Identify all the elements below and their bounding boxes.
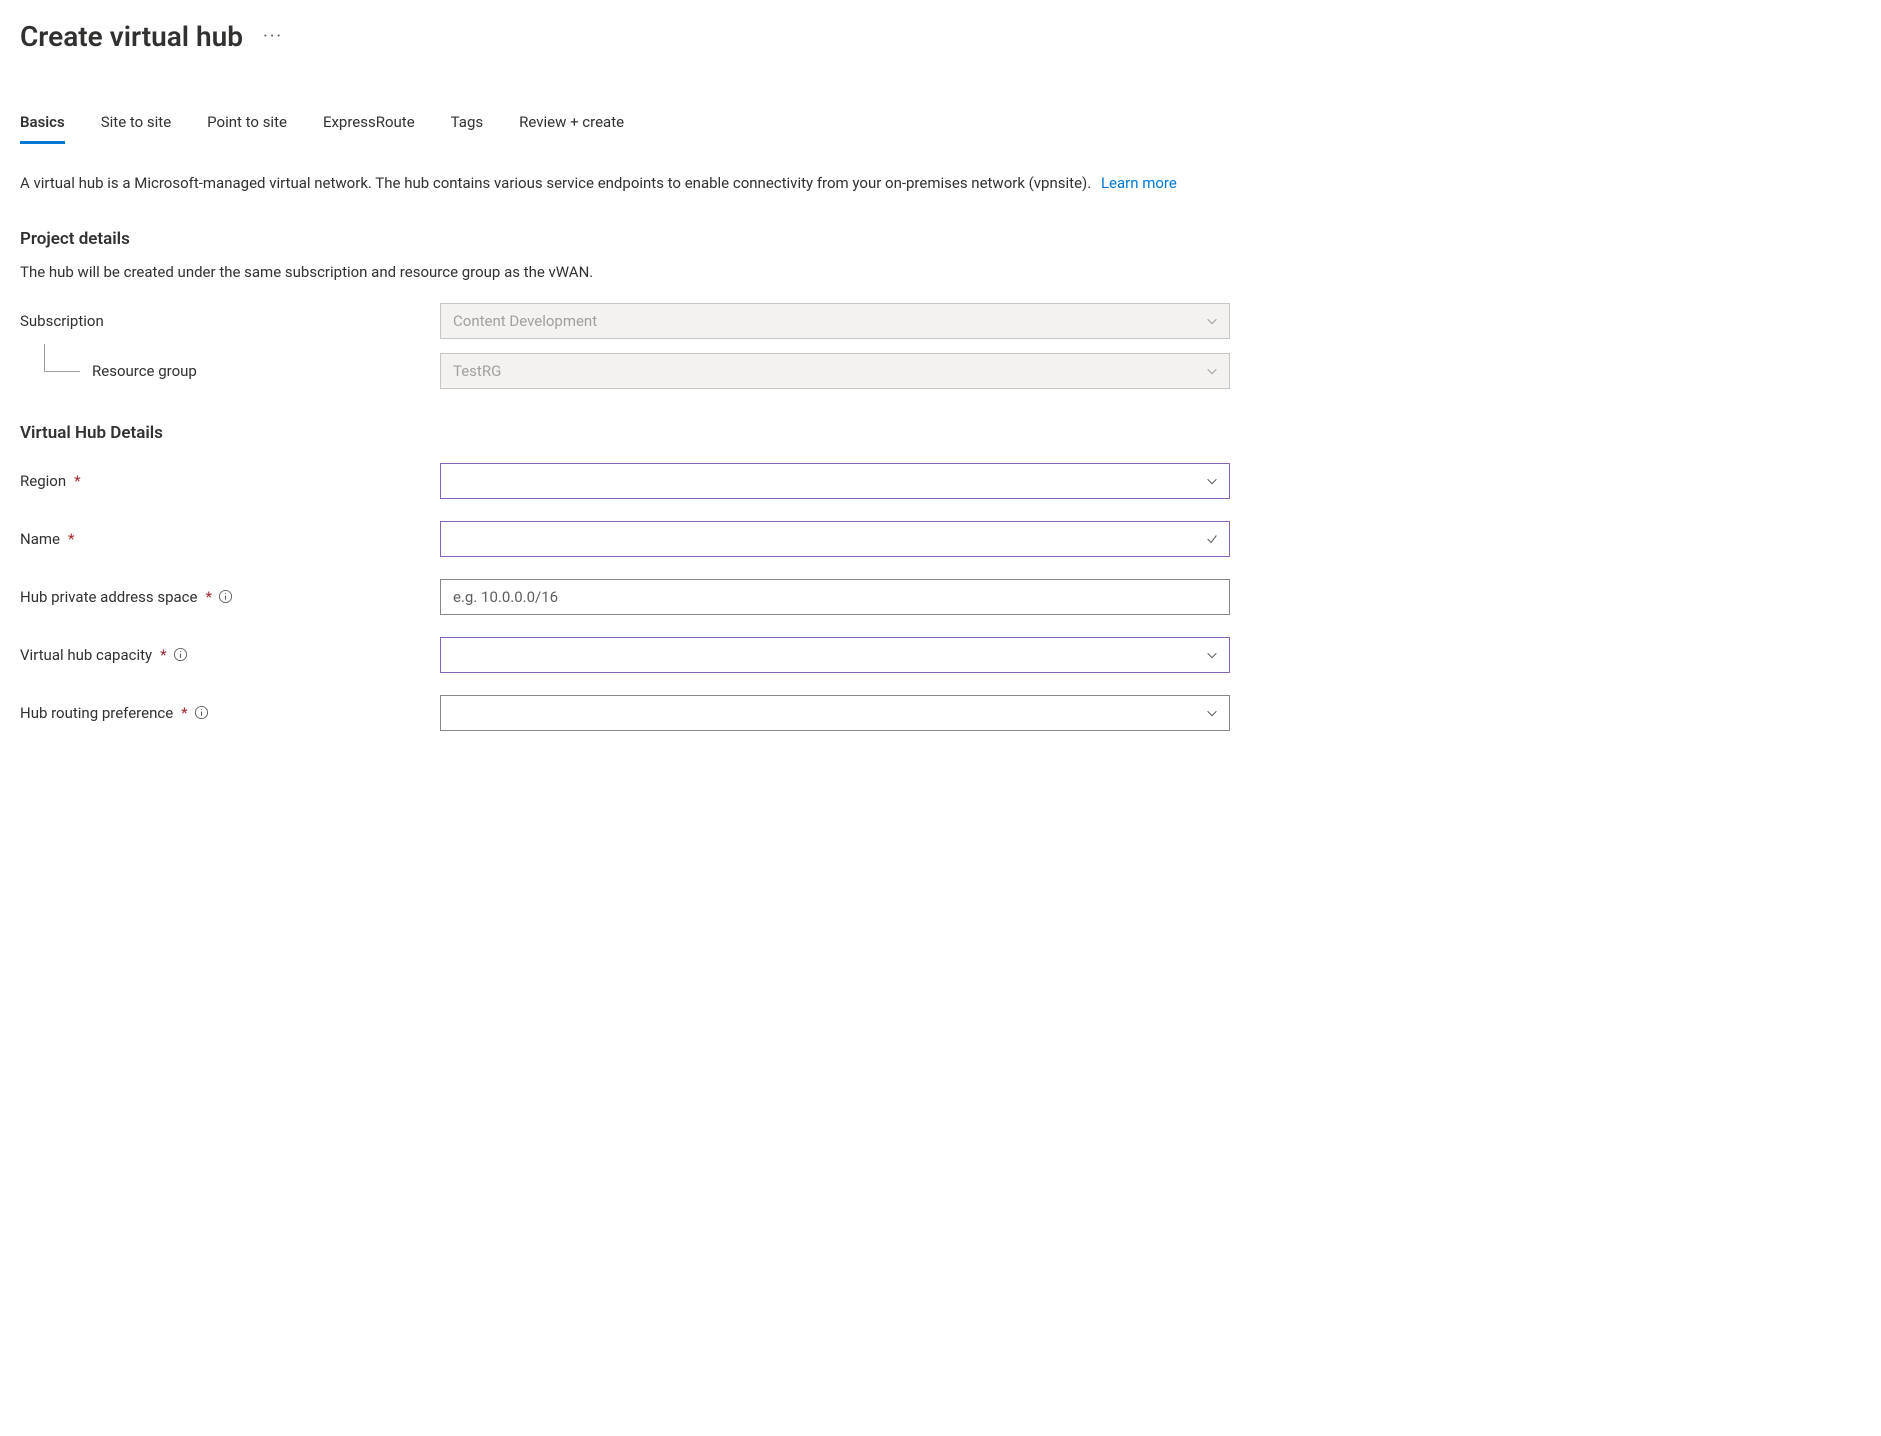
chevron-down-icon <box>1205 364 1219 378</box>
subscription-select: Content Development <box>440 303 1230 339</box>
subscription-value: Content Development <box>453 312 597 330</box>
project-details-subtitle: The hub will be created under the same s… <box>20 263 1861 281</box>
resource-group-value: TestRG <box>453 362 501 380</box>
tab-expressroute[interactable]: ExpressRoute <box>323 113 415 144</box>
learn-more-link[interactable]: Learn more <box>1101 174 1177 192</box>
name-label: Name <box>20 530 60 548</box>
required-indicator: * <box>181 704 187 722</box>
info-icon[interactable] <box>218 589 234 605</box>
info-icon[interactable] <box>194 705 210 721</box>
address-space-input-wrap[interactable] <box>440 579 1230 615</box>
routing-pref-select[interactable] <box>440 695 1230 731</box>
tree-connector <box>44 344 80 372</box>
region-label: Region <box>20 472 66 490</box>
required-indicator: * <box>68 530 74 548</box>
tab-point-to-site[interactable]: Point to site <box>207 113 287 144</box>
subscription-label: Subscription <box>20 312 440 330</box>
tab-basics[interactable]: Basics <box>20 113 65 144</box>
tab-tags[interactable]: Tags <box>451 113 483 144</box>
name-input-wrap[interactable] <box>440 521 1230 557</box>
capacity-select[interactable] <box>440 637 1230 673</box>
chevron-down-icon <box>1205 706 1219 720</box>
chevron-down-icon <box>1205 314 1219 328</box>
resource-group-select: TestRG <box>440 353 1230 389</box>
name-input[interactable] <box>453 522 1193 556</box>
required-indicator: * <box>205 588 211 606</box>
resource-group-label: Resource group <box>92 362 197 380</box>
project-details-heading: Project details <box>20 229 1861 249</box>
tab-bar: Basics Site to site Point to site Expres… <box>20 113 1861 144</box>
required-indicator: * <box>160 646 166 664</box>
required-indicator: * <box>74 472 80 490</box>
info-icon[interactable] <box>173 647 189 663</box>
address-space-label: Hub private address space <box>20 588 197 606</box>
address-space-input[interactable] <box>453 580 1193 614</box>
hub-details-heading: Virtual Hub Details <box>20 423 1861 443</box>
region-select[interactable] <box>440 463 1230 499</box>
tab-review-create[interactable]: Review + create <box>519 113 624 144</box>
tab-description: A virtual hub is a Microsoft-managed vir… <box>20 172 1220 195</box>
chevron-down-icon <box>1205 648 1219 662</box>
routing-pref-label: Hub routing preference <box>20 704 173 722</box>
description-text: A virtual hub is a Microsoft-managed vir… <box>20 174 1091 192</box>
page-title: Create virtual hub <box>20 20 243 53</box>
ellipsis-icon[interactable]: ··· <box>263 26 283 47</box>
chevron-down-icon <box>1205 474 1219 488</box>
check-icon <box>1205 532 1219 546</box>
tab-site-to-site[interactable]: Site to site <box>101 113 171 144</box>
capacity-label: Virtual hub capacity <box>20 646 152 664</box>
